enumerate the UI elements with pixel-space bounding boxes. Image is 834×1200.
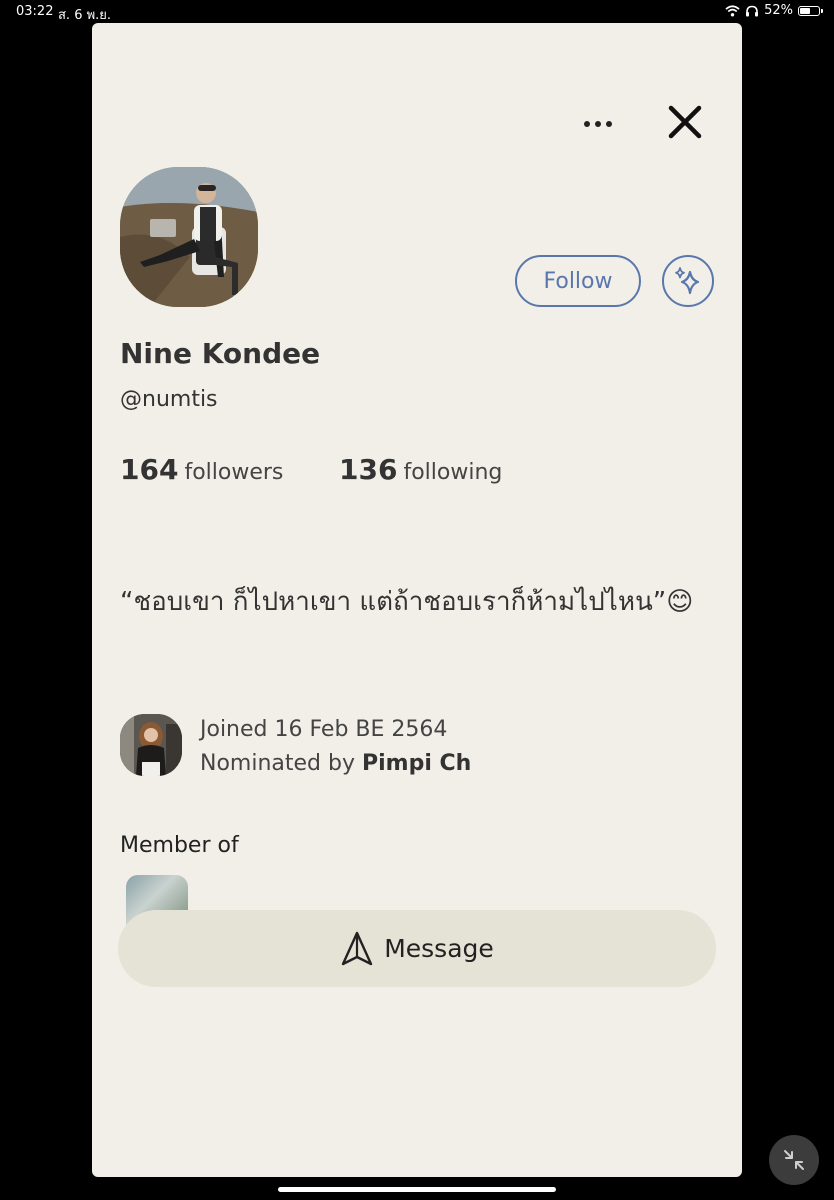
battery-icon	[798, 5, 823, 16]
followers-stat[interactable]: 164 followers	[120, 453, 283, 486]
followers-label: followers	[184, 460, 284, 485]
nominator-avatar[interactable]	[120, 714, 182, 776]
joined-date: Joined 16 Feb BE 2564	[200, 717, 448, 742]
sparkle-button[interactable]	[662, 255, 714, 307]
status-right: 52%	[725, 3, 823, 18]
member-of-label: Member of	[120, 833, 239, 858]
nominated-prefix: Nominated by	[200, 751, 362, 776]
more-dot	[595, 121, 601, 127]
avatar-photo	[120, 167, 258, 307]
sparkle-icon	[675, 267, 700, 295]
profile-card: Follow Nine Kondee @numtis 164 followers …	[92, 23, 742, 1177]
status-date: ส. 6 พ.ย.	[58, 8, 112, 23]
send-icon	[342, 931, 373, 965]
following-stat[interactable]: 136 following	[339, 453, 502, 486]
followers-count: 164	[120, 453, 179, 486]
joined-info: Joined 16 Feb BE 2564 Nominated by Pimpi…	[200, 713, 471, 781]
status-bar: 03:22 ส. 6 พ.ย. 52%	[0, 0, 834, 24]
nominator-name[interactable]: Pimpi Ch	[362, 751, 471, 776]
follow-button[interactable]: Follow	[515, 255, 641, 307]
more-horizontal-icon	[584, 121, 590, 127]
battery-percent: 52%	[764, 3, 793, 18]
home-indicator[interactable]	[278, 1187, 556, 1192]
collapse-button[interactable]	[769, 1135, 819, 1185]
profile-bio: “ชอบเขา ก็ไปหาเขา แต่ถ้าชอบเราก็ห้ามไปไห…	[120, 587, 694, 617]
close-icon[interactable]	[666, 103, 704, 141]
nominator-avatar-photo	[120, 714, 182, 776]
profile-name: Nine Kondee	[120, 337, 321, 370]
message-label: Message	[384, 934, 494, 963]
following-count: 136	[339, 453, 398, 486]
status-time: 03:22	[16, 4, 54, 19]
headphones-icon	[746, 5, 759, 16]
more-dot	[606, 121, 612, 127]
profile-handle: @numtis	[120, 387, 218, 412]
collapse-icon	[784, 1150, 804, 1170]
message-button[interactable]: Message	[118, 910, 716, 987]
more-options-button[interactable]	[578, 112, 618, 136]
wifi-icon	[725, 4, 740, 16]
following-label: following	[403, 460, 503, 485]
nominated-by: Nominated by Pimpi Ch	[200, 747, 471, 781]
profile-avatar[interactable]	[120, 167, 258, 307]
